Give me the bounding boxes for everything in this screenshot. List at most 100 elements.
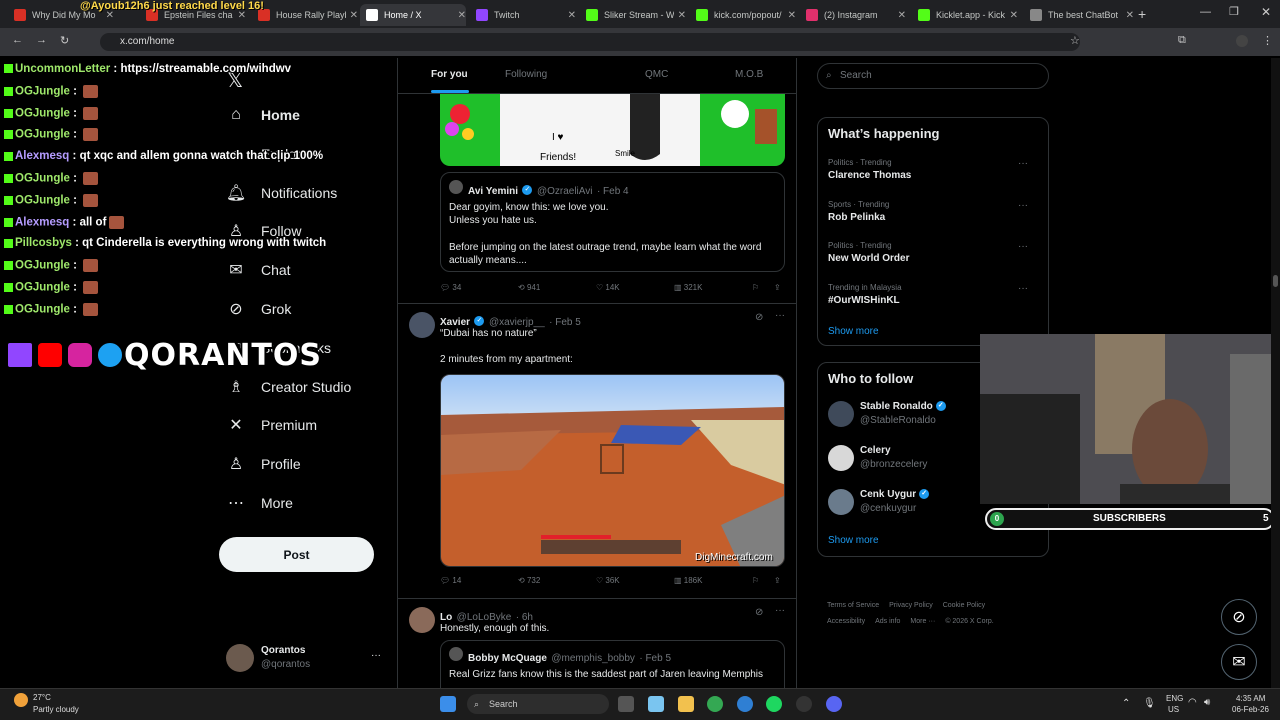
mic-icon[interactable]: 🎙︎ [1143, 698, 1156, 709]
grok-icon[interactable]: ⊘ [755, 312, 763, 323]
footer-link[interactable]: Accessibility [827, 618, 865, 625]
tray-chevron-icon[interactable]: ⌃ [1122, 698, 1130, 709]
nav-item-more[interactable]: ⋯ More [227, 494, 293, 512]
file-explorer-icon[interactable] [678, 696, 694, 712]
grok-icon[interactable]: ⊘ [755, 607, 763, 618]
account-more-icon[interactable]: ··· [371, 650, 381, 661]
trend-item[interactable]: Trending in Malaysia #OurWISHinKL ··· [828, 283, 1038, 306]
reply-button[interactable]: 💬︎ 34 [440, 283, 461, 292]
bookmark-icon[interactable]: ⚐ [752, 283, 759, 292]
taskbar-search-input[interactable]: ⌕ Search [467, 694, 609, 714]
spotify-icon[interactable] [766, 696, 782, 712]
post-3[interactable]: Lo @LoLoByke · 6h ⊘ ··· Honestly, enough… [398, 599, 796, 690]
weather-icon[interactable] [14, 693, 28, 707]
nav-item-premium[interactable]: ✕ Premium [227, 416, 317, 434]
footer-link[interactable]: Ads info [875, 618, 900, 625]
views-button[interactable]: ▥ 321K [674, 283, 702, 292]
page-scrollbar[interactable] [1271, 58, 1280, 688]
quoted-post[interactable]: Bobby McQuage @memphis_bobby · Feb 5 Rea… [440, 640, 785, 690]
footer-link[interactable]: © 2026 X Corp. [945, 618, 993, 625]
language-region[interactable]: US [1168, 705, 1179, 714]
share-icon[interactable]: ⇪ [774, 576, 781, 585]
post-2-media[interactable]: DigMinecraft.com [440, 374, 785, 567]
volume-icon[interactable]: 🔊︎ [1204, 697, 1210, 708]
copilot-icon[interactable] [648, 696, 664, 712]
chrome-icon[interactable] [707, 696, 723, 712]
obs-icon[interactable] [796, 696, 812, 712]
follow-suggestion[interactable]: Stable Ronaldo ✓ @StableRonaldo [828, 399, 978, 433]
trend-more-icon[interactable]: ··· [1018, 283, 1028, 294]
clock-time[interactable]: 4:35 AM [1236, 694, 1265, 703]
post-button[interactable]: Post [219, 537, 374, 572]
footer-link[interactable]: Cookie Policy [943, 602, 985, 609]
edge-icon[interactable] [737, 696, 753, 712]
trend-more-icon[interactable]: ··· [1018, 158, 1028, 169]
show-more-trends-link[interactable]: Show more [828, 326, 879, 337]
nav-item-profile[interactable]: ♙ Profile [227, 455, 301, 473]
tab-for-you[interactable]: For you [431, 69, 468, 80]
browser-menu-icon[interactable]: ⋮ [1262, 34, 1273, 47]
tab-close-icon[interactable]: ✕ [458, 10, 466, 21]
trend-item[interactable]: Sports · Trending Rob Pelinka ··· [828, 200, 1038, 223]
post-more-icon[interactable]: ··· [775, 605, 785, 616]
like-button[interactable]: ♡ 36K [596, 576, 620, 585]
tab-close-icon[interactable]: ✕ [678, 10, 686, 21]
search-input[interactable]: ⌕ Search [817, 63, 1049, 89]
post-1-media[interactable]: I ♥ Friends! Smile [440, 94, 785, 166]
bookmark-star-icon[interactable]: ☆ [1070, 34, 1080, 47]
tab-close-icon[interactable]: ✕ [568, 10, 576, 21]
language-code[interactable]: ENG [1166, 694, 1183, 703]
footer-link[interactable]: More ··· [910, 618, 935, 625]
weather-temp[interactable]: 27°C [33, 693, 51, 702]
tab-close-icon[interactable]: ✕ [1010, 10, 1018, 21]
tab-following[interactable]: Following [505, 69, 547, 80]
browser-tab[interactable]: Kicklet.app - Kick ✕ [912, 4, 1018, 26]
minimize-button[interactable]: — [1200, 6, 1211, 18]
show-more-follow-link[interactable]: Show more [828, 535, 879, 546]
start-menu-icon[interactable] [440, 696, 456, 712]
profile-avatar-icon[interactable] [1236, 35, 1248, 47]
close-window-button[interactable]: ✕ [1261, 5, 1271, 19]
post-2[interactable]: Xavier ✓ @xavierjp__ · Feb 5 ⊘ ··· “Duba… [398, 304, 796, 599]
bookmark-icon[interactable]: ⚐ [752, 576, 759, 585]
scrollbar-thumb[interactable] [1273, 275, 1278, 287]
quoted-post[interactable]: Avi Yemini ✓ @OzraeliAvi · Feb 4 Dear go… [440, 172, 785, 272]
tab-qmc[interactable]: QMC [645, 69, 668, 80]
weather-desc[interactable]: Partly cloudy [33, 705, 79, 714]
grok-fab-button[interactable]: ⊘ [1221, 599, 1257, 635]
views-button[interactable]: ▥ 186K [674, 576, 702, 585]
repost-button[interactable]: ⟲ 941 [518, 283, 540, 292]
new-tab-button[interactable]: + [1138, 6, 1146, 22]
task-view-icon[interactable] [618, 696, 634, 712]
nav-item-creator-studio[interactable]: ♗ Creator Studio [227, 378, 351, 396]
restore-button[interactable]: ❐ [1229, 5, 1239, 18]
like-button[interactable]: ♡ 14K [596, 283, 620, 292]
reply-button[interactable]: 💬︎ 14 [440, 576, 461, 585]
follow-suggestion[interactable]: Cenk Uygur ✓ @cenkuygur [828, 487, 978, 521]
post-more-icon[interactable]: ··· [775, 310, 785, 321]
messages-fab-button[interactable]: ✉ [1221, 644, 1257, 680]
trend-item[interactable]: Politics · Trending New World Order ··· [828, 241, 1038, 264]
tab-mob[interactable]: M.O.B [735, 69, 763, 80]
repost-button[interactable]: ⟲ 732 [518, 576, 540, 585]
browser-tab[interactable]: kick.com/popout/ ✕ [690, 4, 796, 26]
tab-close-icon[interactable]: ✕ [898, 10, 906, 21]
clock-date[interactable]: 06-Feb-26 [1232, 705, 1269, 714]
wifi-icon[interactable]: ◠ [1188, 697, 1197, 708]
browser-tab[interactable]: Twitch ✕ [470, 4, 576, 26]
trend-item[interactable]: Politics · Trending Clarence Thomas ··· [828, 158, 1038, 181]
extensions-icon[interactable]: ⧉ [1178, 34, 1186, 47]
share-icon[interactable]: ⇪ [774, 283, 781, 292]
browser-tab[interactable]: (2) Instagram ✕ [800, 4, 906, 26]
tab-close-icon[interactable]: ✕ [1126, 10, 1134, 21]
browser-tab[interactable]: The best ChatBot ✕ [1024, 4, 1134, 26]
trend-more-icon[interactable]: ··· [1018, 241, 1028, 252]
footer-link[interactable]: Terms of Service [827, 602, 879, 609]
account-switcher[interactable]: Qorantos @qorantos ··· [226, 641, 386, 675]
footer-link[interactable]: Privacy Policy [889, 602, 933, 609]
trend-more-icon[interactable]: ··· [1018, 200, 1028, 211]
follow-suggestion[interactable]: Celery @bronzecelery [828, 443, 978, 477]
tab-close-icon[interactable]: ✕ [788, 10, 796, 21]
browser-tab[interactable]: Sliker Stream - W ✕ [580, 4, 686, 26]
discord-icon[interactable] [826, 696, 842, 712]
